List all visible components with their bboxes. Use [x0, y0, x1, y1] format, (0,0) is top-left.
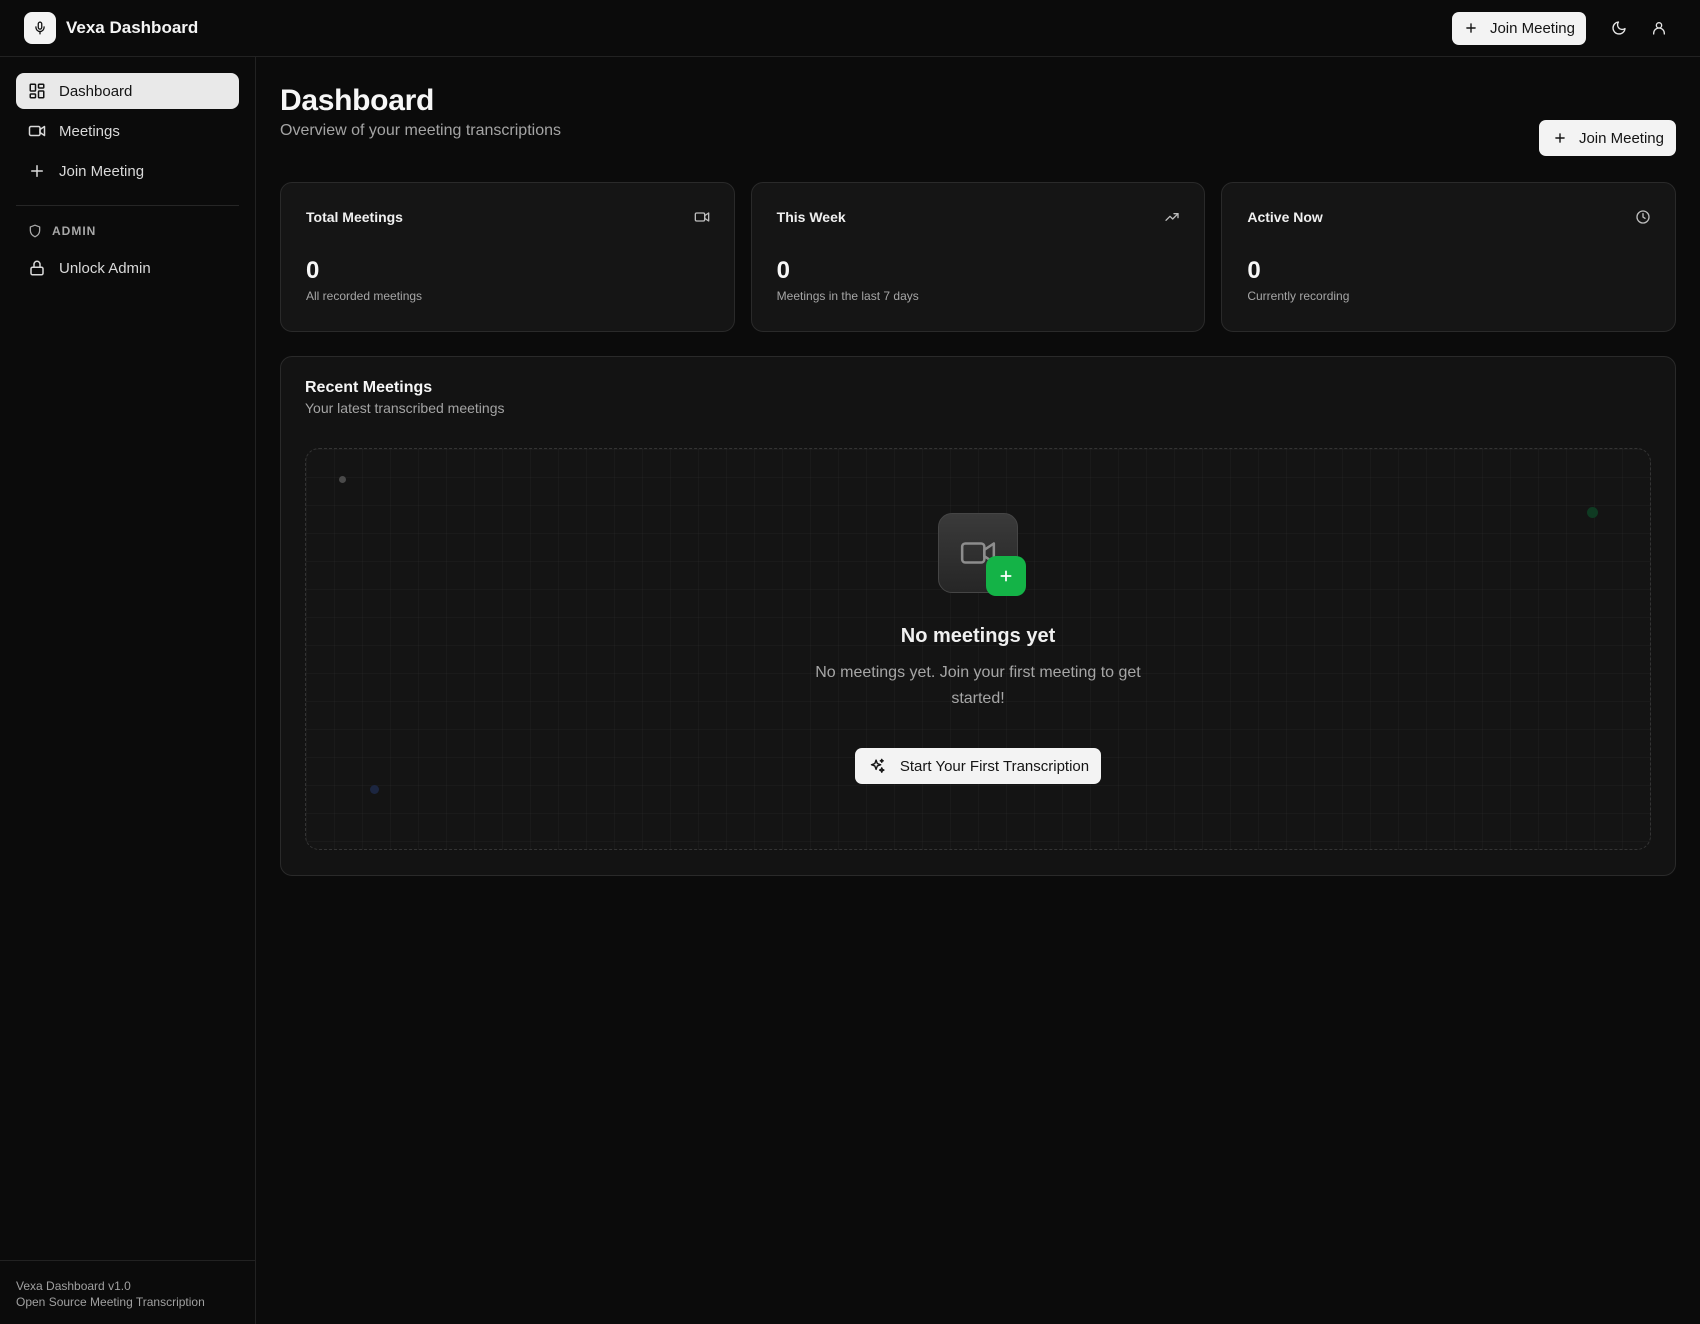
top-actions: Join Meeting: [1451, 11, 1676, 45]
microphone-icon: [24, 12, 56, 44]
stat-card-this-week: This Week 0 Meetings in the last 7 days: [750, 182, 1206, 332]
empty-state-description: No meetings yet. Join your first meeting…: [815, 664, 1141, 707]
shield-icon: [28, 224, 42, 238]
app-title: Vexa Dashboard: [66, 18, 199, 37]
sidebar-item-join-meeting[interactable]: Join Meeting: [16, 153, 239, 189]
decorative-dot: [1587, 507, 1598, 518]
admin-section-label: ADMIN: [52, 224, 97, 238]
recent-meetings-card: Recent Meetings Your latest transcribed …: [280, 356, 1676, 876]
top-bar: Vexa Dashboard Join Meeting: [0, 0, 1700, 57]
page-header: Dashboard Overview of your meeting trans…: [280, 57, 1676, 156]
join-meeting-label: Join Meeting: [1578, 129, 1664, 147]
sidebar-divider: [16, 205, 239, 206]
stat-card-active-now: Active Now 0 Currently recording: [1221, 182, 1677, 332]
decorative-dot: [339, 476, 346, 483]
recent-meetings-subtitle: Your latest transcribed meetings: [305, 400, 505, 416]
join-meeting-label: Join Meeting: [1489, 19, 1575, 37]
sidebar-footer: Vexa Dashboard v1.0 Open Source Meeting …: [0, 1260, 255, 1324]
decorative-dot: [370, 785, 379, 794]
sidebar-item-dashboard[interactable]: Dashboard: [16, 73, 239, 109]
stat-card-total-meetings: Total Meetings 0 All recorded meetings: [280, 182, 735, 332]
admin-section-header: ADMIN: [0, 220, 255, 242]
user-icon: [1651, 20, 1667, 36]
app-version: Vexa Dashboard v1.0: [16, 1279, 131, 1293]
sidebar-item-meetings[interactable]: Meetings: [16, 113, 239, 149]
start-first-transcription-button[interactable]: Start Your First Transcription: [854, 748, 1102, 784]
join-meeting-button[interactable]: Join Meeting: [1538, 120, 1676, 156]
sidebar: Dashboard Meetings Join Meeting ADMIN Un…: [0, 57, 256, 1324]
plus-icon: [28, 162, 46, 180]
stat-description: Currently recording: [1247, 289, 1350, 303]
app-tagline: Open Source Meeting Transcription: [16, 1295, 205, 1309]
empty-state-title: No meetings yet: [900, 625, 1056, 647]
user-menu-button[interactable]: [1642, 11, 1676, 45]
plus-icon: [998, 568, 1014, 584]
trending-up-icon: [1164, 209, 1180, 225]
empty-state-illustration: [938, 513, 1026, 596]
empty-state: No meetings yet No meetings yet. Join yo…: [305, 448, 1651, 850]
sidebar-nav: Dashboard Meetings Join Meeting: [0, 57, 255, 189]
stat-label: Total Meetings: [306, 209, 403, 225]
stat-value: 0: [1247, 257, 1261, 284]
clock-icon: [1635, 209, 1651, 225]
join-meeting-button[interactable]: Join Meeting: [1451, 11, 1586, 45]
stats-row: Total Meetings 0 All recorded meetings T…: [280, 182, 1677, 332]
stat-value: 0: [776, 257, 791, 284]
video-icon: [694, 209, 710, 225]
stat-description: All recorded meetings: [306, 289, 423, 303]
sidebar-item-unlock-admin[interactable]: Unlock Admin: [16, 250, 239, 286]
sidebar-item-label: Dashboard: [59, 82, 133, 100]
sidebar-item-label: Meetings: [59, 122, 120, 140]
sparkles-icon: [869, 758, 886, 775]
moon-icon: [1611, 20, 1627, 36]
page-subtitle: Overview of your meeting transcriptions: [280, 122, 561, 139]
theme-toggle-button[interactable]: [1602, 11, 1636, 45]
page-title: Dashboard: [280, 84, 434, 117]
stat-value: 0: [306, 257, 320, 284]
plus-icon: [1553, 131, 1567, 145]
dashboard-icon: [28, 82, 46, 100]
plus-icon: [1464, 21, 1478, 35]
brand[interactable]: Vexa Dashboard: [24, 12, 198, 44]
plus-badge: [986, 556, 1026, 596]
lock-icon: [28, 259, 46, 277]
stat-label: This Week: [776, 209, 846, 225]
main-content: Dashboard Overview of your meeting trans…: [280, 57, 1677, 876]
video-icon: [28, 122, 46, 140]
start-first-transcription-label: Start Your First Transcription: [899, 757, 1090, 775]
sidebar-item-label: Unlock Admin: [59, 259, 151, 277]
recent-meetings-title: Recent Meetings: [305, 379, 433, 396]
stat-description: Meetings in the last 7 days: [776, 289, 919, 303]
stat-label: Active Now: [1247, 209, 1323, 225]
sidebar-item-label: Join Meeting: [59, 162, 145, 180]
